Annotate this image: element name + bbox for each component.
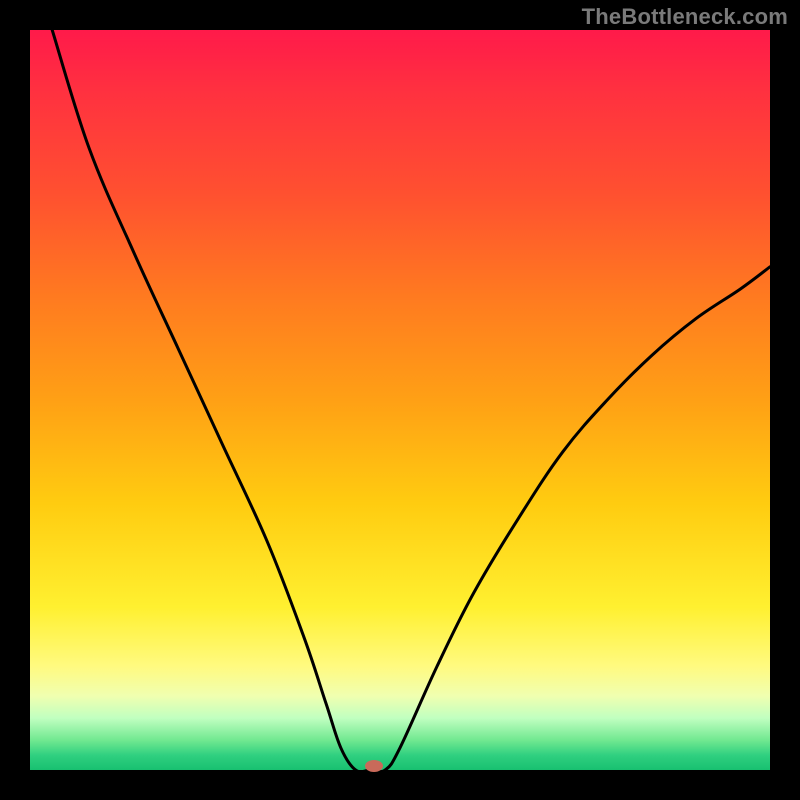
bottleneck-curve-path xyxy=(52,30,770,770)
plot-area xyxy=(30,30,770,770)
optimum-marker xyxy=(365,760,383,772)
chart-frame: TheBottleneck.com xyxy=(0,0,800,800)
curve-svg xyxy=(30,30,770,770)
watermark-text: TheBottleneck.com xyxy=(582,4,788,30)
